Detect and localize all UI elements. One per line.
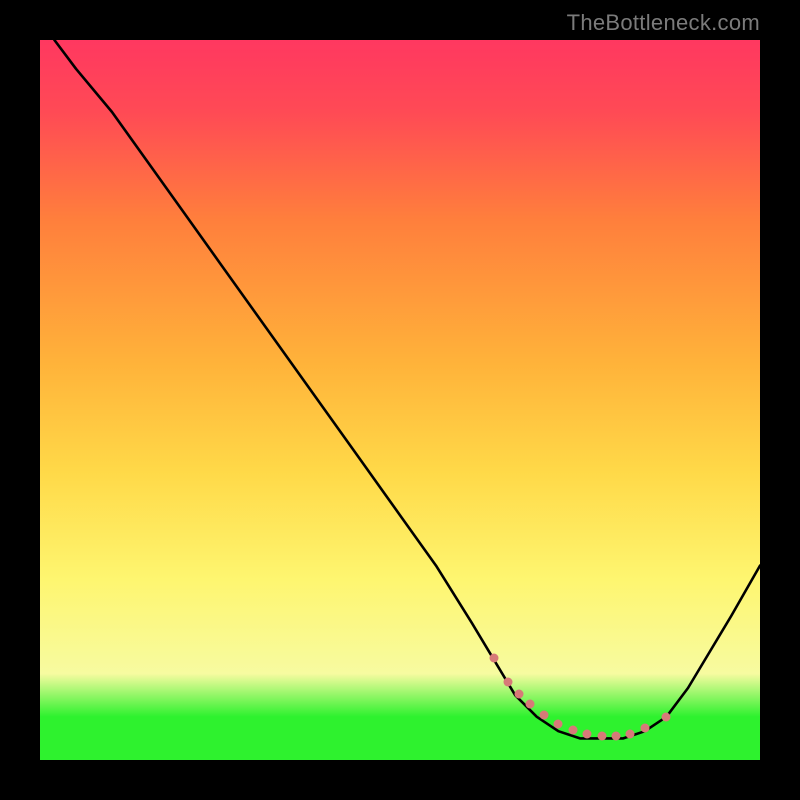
curve-svg bbox=[40, 40, 760, 760]
marker-dot bbox=[554, 720, 563, 729]
marker-dot bbox=[514, 689, 523, 698]
watermark-text: TheBottleneck.com bbox=[567, 10, 760, 36]
marker-dot bbox=[640, 724, 649, 733]
marker-dot bbox=[612, 732, 621, 741]
plot-area bbox=[40, 40, 760, 760]
marker-dot bbox=[568, 725, 577, 734]
marker-dot bbox=[583, 730, 592, 739]
marker-dot bbox=[525, 699, 534, 708]
chart-container: TheBottleneck.com bbox=[0, 0, 800, 800]
marker-dot bbox=[662, 712, 671, 721]
marker-dot bbox=[504, 678, 513, 687]
marker-dot bbox=[489, 653, 498, 662]
marker-dot bbox=[597, 732, 606, 741]
marker-dot bbox=[540, 710, 549, 719]
marker-dot bbox=[626, 730, 635, 739]
curve-line bbox=[54, 40, 760, 738]
